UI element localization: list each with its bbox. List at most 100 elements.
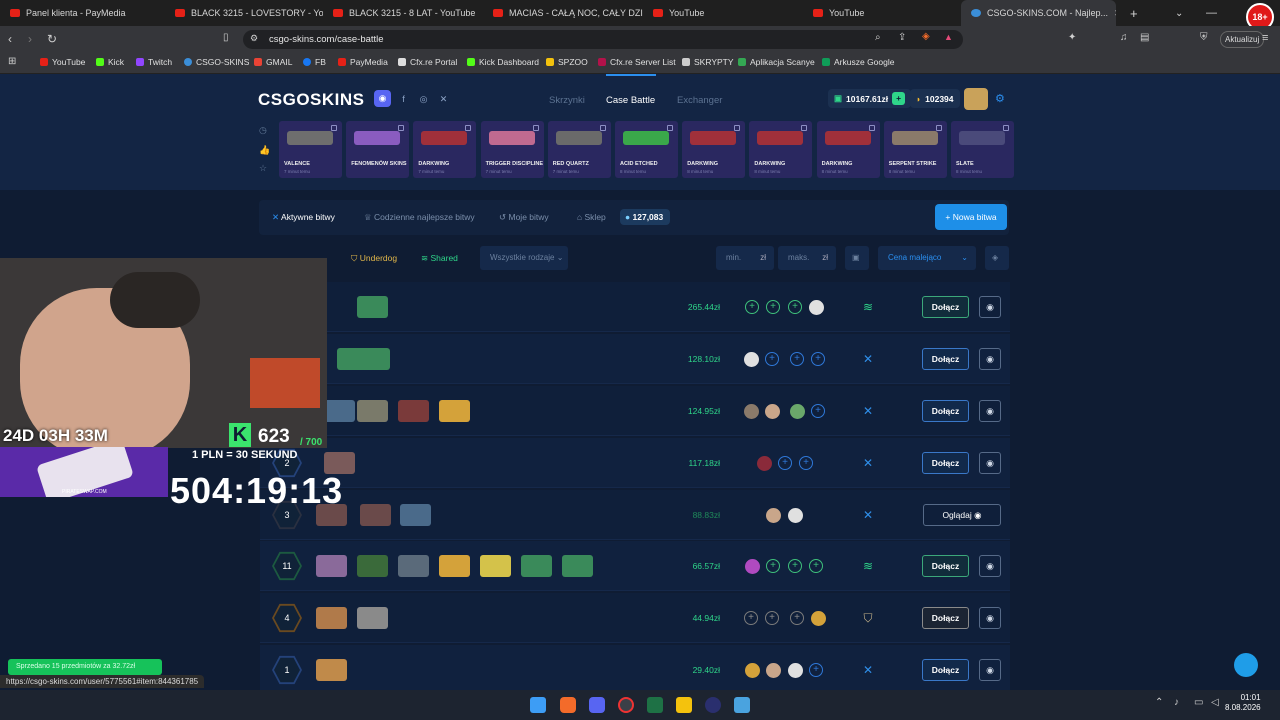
volume-icon[interactable]: ◁ (1211, 697, 1219, 708)
browser-tab[interactable]: BLACK 3215 - LOVESTORY - YouTube (165, 0, 323, 26)
type-select[interactable]: Wszystkie rodzaje ⌄ (480, 246, 568, 270)
live-drop-card[interactable]: VALENCE 7 minut temu (279, 121, 342, 178)
player-avatar[interactable] (788, 508, 803, 523)
bookmark-item[interactable]: GMAIL (254, 57, 292, 67)
player-avatar[interactable] (757, 456, 772, 471)
eye-icon[interactable]: ◉ (979, 659, 1001, 681)
player-avatar[interactable] (811, 611, 826, 626)
player-avatar[interactable] (744, 352, 759, 367)
bookmark-item[interactable]: SKRYPTY (682, 57, 734, 67)
bookmark-item[interactable]: SPZOO (546, 57, 588, 67)
facebook-icon[interactable]: f (397, 93, 410, 106)
live-drop-card[interactable]: DARKWING 8 minut temu (816, 121, 880, 178)
player-avatar[interactable] (745, 559, 760, 574)
join-button[interactable]: Dołącz (922, 555, 969, 577)
close-tab-icon[interactable]: ✕ (1114, 8, 1116, 19)
empty-slot-plus-icon[interactable]: + (811, 352, 825, 366)
watch-button[interactable]: Oglądaj ◉ (923, 504, 1001, 526)
rewards-icon[interactable]: ▲ (944, 32, 953, 42)
bookmark-item[interactable]: YouTube (40, 57, 85, 67)
empty-slot-plus-icon[interactable]: + (811, 404, 825, 418)
vpn-icon[interactable]: ⛨ (1200, 32, 1208, 43)
user-avatar[interactable] (964, 88, 988, 110)
obs-icon[interactable] (618, 697, 634, 713)
minimize-icon[interactable]: — (1196, 0, 1227, 26)
join-button[interactable]: Dołącz (922, 659, 969, 681)
empty-slot-plus-icon[interactable]: + (790, 611, 804, 625)
recent-clock-icon[interactable]: ◷ (259, 125, 267, 136)
bookmark-item[interactable]: Arkusze Google (822, 57, 894, 67)
player-avatar[interactable] (766, 663, 781, 678)
star-icon[interactable]: ☆ (259, 163, 267, 174)
bookmark-item[interactable]: PayMedia (338, 57, 388, 67)
folder-icon[interactable] (676, 697, 692, 713)
app-icon[interactable] (705, 697, 721, 713)
empty-slot-plus-icon[interactable]: + (745, 300, 759, 314)
player-avatar[interactable] (766, 508, 781, 523)
join-button[interactable]: Dołącz (922, 348, 969, 370)
eye-icon[interactable]: ◉ (979, 555, 1001, 577)
forward-icon[interactable]: › (28, 32, 32, 46)
x-icon[interactable]: ✕ (437, 93, 450, 106)
bookmark-item[interactable]: FB (303, 57, 326, 67)
bookmark-item[interactable]: Cfx.re Portal (398, 57, 457, 67)
deposit-plus-icon[interactable]: + (892, 92, 906, 105)
live-drop-card[interactable]: FENOMENÓW SKINS (346, 121, 410, 178)
windows-start-icon[interactable] (530, 697, 546, 713)
discord-icon[interactable] (589, 697, 605, 713)
join-button[interactable]: Dołącz (922, 296, 969, 318)
chat-bubble-icon[interactable] (1234, 653, 1258, 677)
tab-list-chevron-icon[interactable]: ⌄ (1165, 0, 1193, 26)
instagram-icon[interactable]: ◎ (417, 93, 430, 106)
new-battle-button[interactable]: + Nowa bitwa (935, 204, 1007, 230)
brave-icon[interactable] (560, 697, 576, 713)
live-drop-card[interactable]: SLATE 8 minut temu (951, 121, 1014, 178)
site-logo[interactable]: CSGOSKINS (258, 90, 365, 110)
settings-gear-icon[interactable]: ⚙ (995, 92, 1005, 105)
browser-tab[interactable]: YouTube (643, 0, 803, 26)
live-drop-card[interactable]: DARKWING 7 minut temu (413, 121, 477, 178)
calculator-icon[interactable] (734, 697, 750, 713)
sidebar-icon[interactable]: ▤ (1140, 32, 1149, 43)
browser-tab-active[interactable]: CSGO-SKINS.COM - Najlep... ✕ (961, 0, 1116, 26)
empty-slot-plus-icon[interactable]: + (788, 559, 802, 573)
empty-slot-plus-icon[interactable]: + (765, 611, 779, 625)
url-field[interactable]: csgo-skins.com/case-battle (243, 30, 963, 49)
browser-tab[interactable]: MACIAS - CAŁĄ NOC, CAŁY DZIEŃ (483, 0, 643, 26)
empty-slot-plus-icon[interactable]: + (766, 300, 780, 314)
brave-shield-icon[interactable]: ◈ (922, 31, 930, 42)
nav-exchanger[interactable]: Exchanger (677, 95, 722, 106)
back-icon[interactable]: ‹ (8, 32, 12, 46)
bookmark-icon[interactable]: ▯ (223, 32, 229, 43)
player-avatar[interactable] (809, 300, 824, 315)
nav-cases[interactable]: Skrzynki (549, 95, 585, 106)
share-icon[interactable]: ⇪ (898, 32, 906, 43)
calendar-icon[interactable]: ▣ (845, 246, 869, 270)
bookmark-item[interactable]: Cfx.re Server List (598, 57, 676, 67)
join-button[interactable]: Dołącz (922, 607, 969, 629)
empty-slot-plus-icon[interactable]: + (788, 300, 802, 314)
live-drop-card[interactable]: DARKWING 8 minut temu (749, 121, 813, 178)
max-price-input[interactable]: maks. zł (778, 246, 836, 270)
network-icon[interactable]: ▭ (1194, 697, 1203, 708)
excel-icon[interactable] (647, 697, 663, 713)
player-avatar[interactable] (790, 404, 805, 419)
eye-icon[interactable]: ◉ (979, 607, 1001, 629)
join-button[interactable]: Dołącz (922, 452, 969, 474)
mic-icon[interactable]: ♪ (1174, 697, 1179, 708)
nav-case-battle[interactable]: Case Battle (606, 95, 655, 106)
eye-icon[interactable]: ◉ (979, 452, 1001, 474)
bookmark-item[interactable]: Aplikacja Scanye (738, 57, 815, 67)
apps-grid-icon[interactable]: ⊞ (8, 56, 16, 67)
eye-icon[interactable]: ◉ (979, 296, 1001, 318)
site-info-icon[interactable]: ⚙ (250, 33, 258, 44)
extensions-icon[interactable]: ✦ (1068, 32, 1076, 43)
empty-slot-plus-icon[interactable]: + (809, 559, 823, 573)
tab-daily-best[interactable]: ♕ Codzienne najlepsze bitwy (364, 212, 475, 223)
search-icon[interactable]: ⌕ (875, 32, 881, 43)
tab-shop[interactable]: ⌂ Sklep (577, 212, 606, 222)
player-avatar[interactable] (744, 404, 759, 419)
live-drop-card[interactable]: SERPENT STRIKE 8 minut temu (883, 121, 947, 178)
tab-active-battles[interactable]: ✕ Aktywne bitwy (272, 212, 335, 223)
sort-select[interactable]: Cena malejąco ⌄ (878, 246, 976, 270)
